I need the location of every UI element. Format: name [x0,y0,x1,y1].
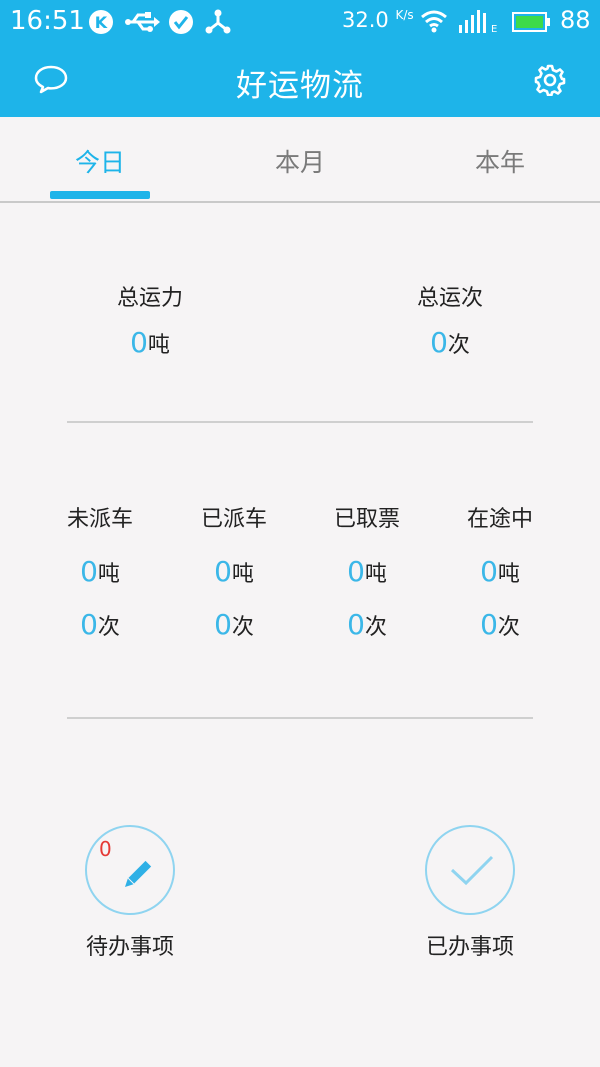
status-column-in-transit: 在途中 0吨 0次 [433,501,567,641]
trips-unit: 次 [231,615,254,640]
status-label: 未派车 [66,507,133,532]
k-app-icon: K [88,9,114,39]
pending-tasks-circle[interactable]: 0 [85,825,175,915]
status-column-assigned: 已派车 0吨 0次 [167,501,301,641]
summary-label: 总运次 [416,286,483,311]
pending-tasks-button[interactable]: 0 待办事项 [40,825,220,961]
completed-tasks-circle[interactable] [425,825,515,915]
summary-number: 0 [130,326,148,359]
svg-text:E: E [491,24,497,33]
battery-icon [512,11,552,37]
summary-label: 总运力 [116,286,183,311]
status-tons: 0吨 [300,555,434,588]
status-column-ticket-taken: 已取票 0吨 0次 [300,501,434,641]
status-trips: 0次 [167,608,301,641]
status-trips: 0次 [433,608,567,641]
tons-unit: 吨 [231,562,254,587]
battery-percent: 88 [560,6,591,34]
status-column-unassigned: 未派车 0吨 0次 [33,501,167,641]
status-label: 在途中 [466,507,533,532]
summary-total-trips: 总运次 0次 [350,280,550,359]
status-label: 已取票 [333,507,400,532]
summary-value: 0吨 [50,326,250,359]
period-tabs: 今日 本月 本年 [0,117,600,203]
gear-icon[interactable] [534,64,566,100]
summary-unit: 吨 [147,333,170,358]
network-speed: 32.0 K/s [342,8,414,32]
checkmark-icon [450,855,494,886]
trips-unit: 次 [97,615,120,640]
speed-unit: K/s [395,8,414,22]
status-tons: 0吨 [167,555,301,588]
signal-icon: E [458,9,500,37]
app-title: 好运物流 [236,68,364,104]
summary-number: 0 [430,326,448,359]
tons-unit: 吨 [497,562,520,587]
summary-value: 0次 [350,326,550,359]
trips-number: 0 [80,608,98,641]
trips-number: 0 [480,608,498,641]
speed-value: 32.0 [342,8,389,32]
wifi-icon [420,9,448,37]
divider [67,421,533,423]
tab-year[interactable]: 本年 [400,143,600,179]
trips-number: 0 [214,608,232,641]
tab-indicator [50,191,150,199]
status-time: 16:51 [10,6,85,36]
svg-text:K: K [95,13,108,32]
completed-tasks-button[interactable]: 已办事项 [380,825,560,961]
status-label: 已派车 [200,507,267,532]
check-circle-icon [168,9,194,39]
pending-tasks-label: 待办事项 [85,935,174,960]
tons-number: 0 [347,555,365,588]
tab-month[interactable]: 本月 [200,143,400,179]
tons-number: 0 [214,555,232,588]
trips-unit: 次 [364,615,387,640]
divider [67,717,533,719]
share-icon [204,9,232,39]
tons-number: 0 [80,555,98,588]
status-trips: 0次 [33,608,167,641]
pencil-icon [124,860,152,888]
tons-number: 0 [480,555,498,588]
app-bar: 好运物流 [0,44,600,117]
pending-count-badge: 0 [99,837,112,861]
status-trips: 0次 [300,608,434,641]
summary-unit: 次 [447,333,470,358]
trips-number: 0 [347,608,365,641]
summary-total-capacity: 总运力 0吨 [50,280,250,359]
status-tons: 0吨 [433,555,567,588]
tab-today[interactable]: 今日 [0,143,200,179]
trips-unit: 次 [497,615,520,640]
status-bar: 16:51 K 32.0 K/s E 88 [0,0,600,44]
tons-unit: 吨 [364,562,387,587]
usb-icon [124,9,160,39]
tons-unit: 吨 [97,562,120,587]
completed-tasks-label: 已办事项 [425,935,514,960]
status-tons: 0吨 [33,555,167,588]
